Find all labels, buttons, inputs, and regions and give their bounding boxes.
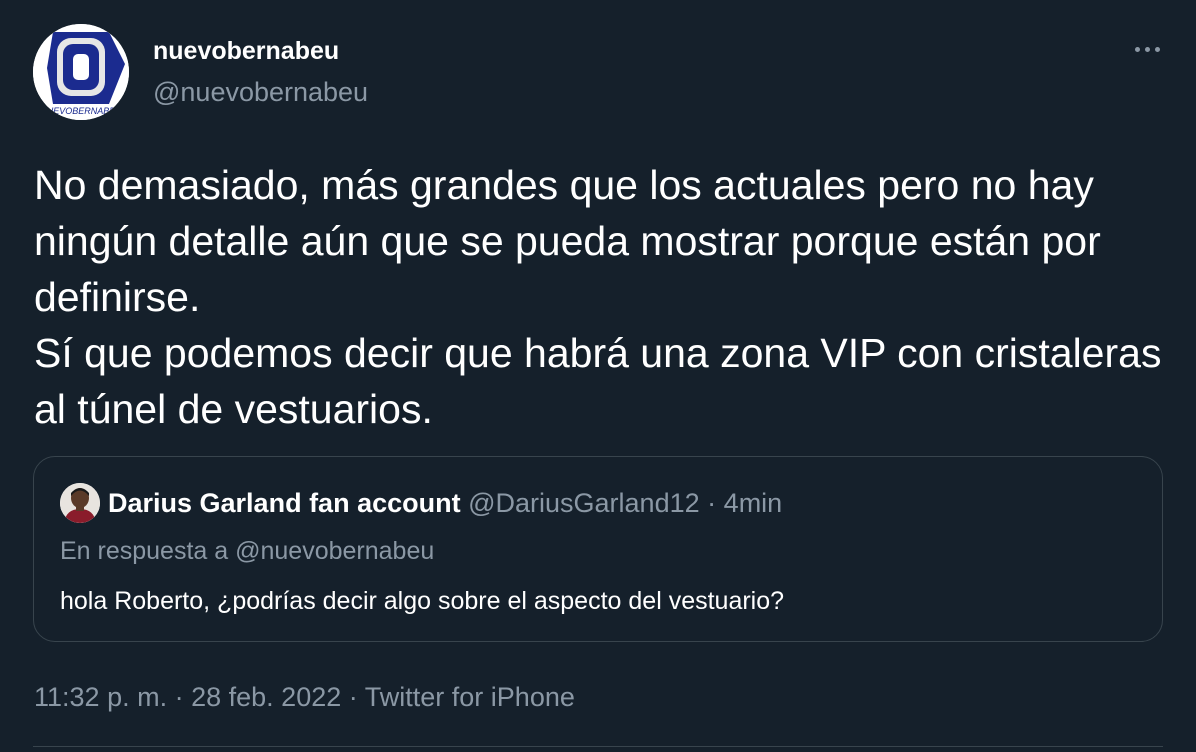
more-horizontal-icon-dot (1154, 46, 1160, 52)
quoted-separator: · (707, 488, 717, 518)
more-horizontal-icon-dot (1144, 46, 1150, 52)
tweet-date[interactable]: 28 feb. 2022 (191, 682, 341, 712)
reply-prefix: En respuesta a (60, 537, 229, 565)
more-options-button[interactable] (1124, 34, 1170, 64)
reply-mention: @nuevobernabeu (235, 537, 435, 565)
quoted-author-handle: @DariusGarland12 (468, 488, 700, 518)
quoted-text: hola Roberto, ¿podrías decir algo sobre … (60, 587, 785, 615)
meta-separator: · (348, 682, 358, 712)
author-avatar[interactable]: NUEVOBERNABEU (33, 24, 129, 120)
tweet-text: No demasiado, más grandes que los actual… (34, 157, 1164, 437)
author-handle[interactable]: @nuevobernabeu (153, 76, 368, 108)
tweet-source[interactable]: Twitter for iPhone (365, 682, 575, 712)
quoted-time: 4min (723, 488, 783, 518)
tweet-time[interactable]: 11:32 p. m. (34, 682, 167, 712)
svg-text:NUEVOBERNABEU: NUEVOBERNABEU (40, 106, 122, 116)
tweet-detail: NUEVOBERNABEU nuevobernabeu @nuevobernab… (0, 0, 1196, 752)
tweet-paragraph: No demasiado, más grandes que los actual… (34, 162, 1101, 320)
quoted-author-avatar (60, 483, 100, 523)
quoted-tweet[interactable]: Darius Garland fan account @DariusGarlan… (33, 456, 1163, 642)
tweet-paragraph: Sí que podemos decir que habrá una zona … (34, 330, 1162, 432)
more-horizontal-icon (1134, 46, 1140, 52)
quoted-reply-context: En respuesta a @nuevobernabeu (60, 535, 434, 567)
quoted-author-name: Darius Garland fan account (108, 488, 461, 518)
divider (33, 746, 1163, 747)
tweet-meta: 11:32 p. m. · 28 feb. 2022 · Twitter for… (34, 680, 575, 714)
author-name[interactable]: nuevobernabeu (153, 36, 339, 66)
meta-separator: · (174, 682, 184, 712)
quoted-avatar-image (60, 483, 100, 523)
quoted-header: Darius Garland fan account @DariusGarlan… (108, 487, 782, 519)
nuevobernabeu-logo: NUEVOBERNABEU (33, 24, 129, 120)
